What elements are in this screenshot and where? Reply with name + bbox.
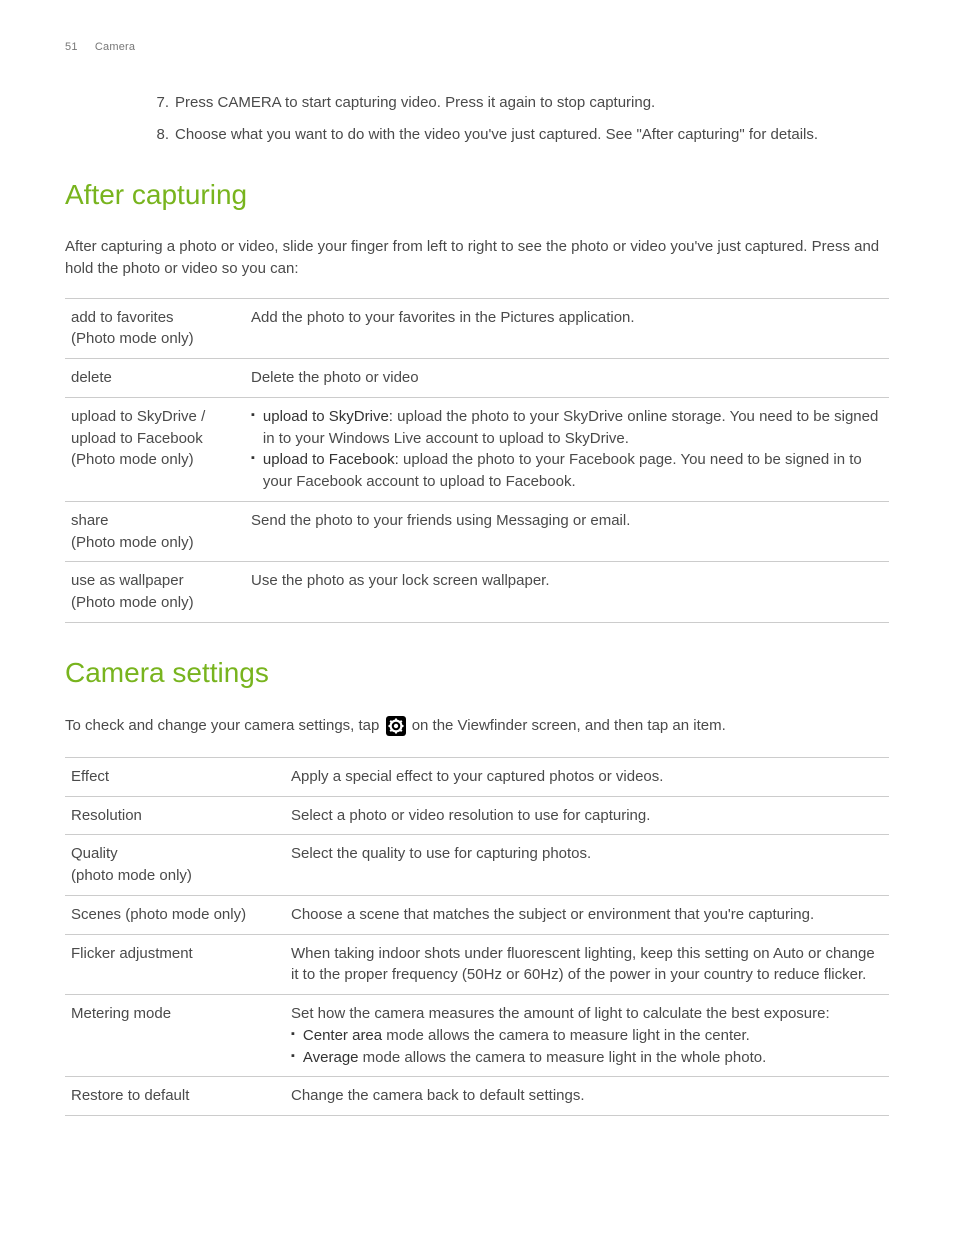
list-item: upload to SkyDrive: upload the photo to … [251,406,883,450]
row-label: Quality [71,843,279,865]
row-label: share [71,510,239,532]
row-desc: Apply a special effect to your captured … [291,768,663,785]
row-desc: Delete the photo or video [251,369,419,386]
page-number: 51 [65,41,78,53]
table-row: share(Photo mode only) Send the photo to … [65,501,889,562]
step-number: 7. [153,92,175,114]
row-desc: Change the camera back to default settin… [291,1087,585,1104]
row-desc: When taking indoor shots under fluoresce… [291,945,875,984]
row-label-2: (Photo mode only) [71,532,239,554]
row-label: Scenes (photo mode only) [71,904,279,926]
row-desc: Use the photo as your lock screen wallpa… [251,572,550,589]
table-row: use as wallpaper(Photo mode only) Use the… [65,562,889,623]
camera-settings-table: Effect Apply a special effect to your cap… [65,757,889,1116]
table-row: delete Delete the photo or video [65,359,889,398]
row-desc: Add the photo to your favorites in the P… [251,309,635,326]
camera-settings-heading: Camera settings [65,653,889,694]
table-row: Effect Apply a special effect to your cap… [65,757,889,796]
row-label-3: (Photo mode only) [71,449,239,471]
list-item: Center area mode allows the camera to me… [291,1025,883,1047]
step-text: Choose what you want to do with the vide… [175,124,889,146]
page-section: Camera [95,41,135,53]
table-row: add to favorites(Photo mode only) Add the… [65,298,889,359]
after-capturing-intro: After capturing a photo or video, slide … [65,236,889,280]
row-desc: Set how the camera measures the amount o… [291,1003,883,1025]
table-row: Metering mode Set how the camera measures… [65,995,889,1077]
table-row: upload to SkyDrive /upload to Facebook(P… [65,397,889,501]
step-item: 8. Choose what you want to do with the v… [153,124,889,146]
row-desc: Select a photo or video resolution to us… [291,807,650,824]
row-label: upload to SkyDrive / [71,406,239,428]
numbered-steps: 7. Press CAMERA to start capturing video… [65,92,889,146]
table-row: Flicker adjustment When taking indoor sho… [65,934,889,995]
page-header: 51 Camera [65,40,889,56]
row-label: delete [71,367,239,389]
row-label: Resolution [71,805,279,827]
row-label-2: (Photo mode only) [71,328,239,350]
row-label: Flicker adjustment [71,943,279,965]
row-label: Effect [71,766,279,788]
row-desc: Send the photo to your friends using Mes… [251,512,630,529]
step-item: 7. Press CAMERA to start capturing video… [153,92,889,114]
row-label-2: (photo mode only) [71,865,279,887]
table-row: Resolution Select a photo or video resolu… [65,796,889,835]
settings-intro-2: on the Viewfinder screen, and then tap a… [412,717,726,734]
list-item: Average mode allows the camera to measur… [291,1047,883,1069]
bullet-list: upload to SkyDrive: upload the photo to … [251,406,883,493]
table-row: Restore to default Change the camera back… [65,1077,889,1116]
settings-intro-1: To check and change your camera settings… [65,717,384,734]
row-label: Metering mode [71,1003,279,1025]
after-capturing-table: add to favorites(Photo mode only)Add the… [65,298,889,623]
table-row: Quality(photo mode only) Select the quali… [65,835,889,896]
camera-settings-intro: To check and change your camera settings… [65,713,889,739]
row-label: add to favorites [71,307,239,329]
row-label-2: upload to Facebook [71,428,239,450]
row-label: Restore to default [71,1085,279,1107]
row-desc: Choose a scene that matches the subject … [291,906,814,923]
list-item: upload to Facebook: upload the photo to … [251,449,883,493]
after-capturing-heading: After capturing [65,175,889,216]
row-label-2: (Photo mode only) [71,592,239,614]
step-text: Press CAMERA to start capturing video. P… [175,92,889,114]
step-number: 8. [153,124,175,146]
row-label: use as wallpaper [71,570,239,592]
table-row: Scenes (photo mode only) Choose a scene t… [65,895,889,934]
row-desc: Select the quality to use for capturing … [291,845,591,862]
settings-gear-icon [386,716,406,736]
bullet-list: Center area mode allows the camera to me… [291,1025,883,1069]
